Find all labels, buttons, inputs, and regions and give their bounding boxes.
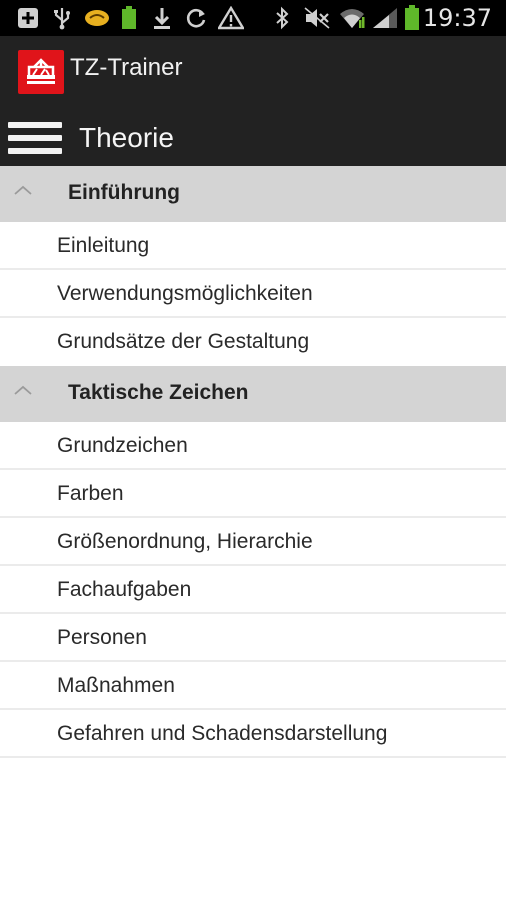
- battery-icon: [402, 5, 422, 30]
- list-item-label: Farben: [57, 482, 124, 505]
- section-title: Taktische Zeichen: [68, 381, 249, 404]
- screen-title: Theorie: [79, 122, 174, 153]
- battery-notification-icon: [119, 6, 139, 30]
- list-item-label: Fachaufgaben: [57, 578, 192, 601]
- list-item-label: Grundzeichen: [57, 434, 188, 457]
- status-bar: 19:37: [0, 0, 506, 36]
- usb-icon: [50, 6, 74, 30]
- section-header-taktische-zeichen[interactable]: Taktische Zeichen: [0, 366, 506, 422]
- hamburger-icon: [8, 118, 64, 158]
- app-title: TZ-Trainer: [70, 54, 183, 81]
- mute-icon: [302, 6, 332, 30]
- list-item[interactable]: Maßnahmen: [0, 662, 506, 710]
- list-item[interactable]: Grundzeichen: [0, 422, 506, 470]
- menu-button[interactable]: [8, 118, 64, 158]
- signal-icon: [370, 6, 400, 30]
- list-item[interactable]: Einleitung: [0, 222, 506, 270]
- list-item[interactable]: Grundsätze der Gestaltung: [0, 318, 506, 366]
- list-item-label: Personen: [57, 626, 147, 649]
- warning-icon: [218, 6, 244, 30]
- list-item[interactable]: Personen: [0, 614, 506, 662]
- list-item[interactable]: Verwendungsmöglichkeiten: [0, 270, 506, 318]
- list-item[interactable]: Gefahren und Schadensdarstellung: [0, 710, 506, 758]
- list-item-label: Grundsätze der Gestaltung: [57, 330, 310, 353]
- chevron-up-icon: [14, 185, 32, 195]
- list-item-label: Größenordnung, Hierarchie: [57, 530, 313, 553]
- mail-icon: [84, 6, 110, 30]
- app-logo-icon: [18, 50, 64, 94]
- wifi-icon: [338, 6, 366, 30]
- sync-icon: [184, 6, 208, 30]
- clock: 19:37: [422, 4, 492, 32]
- theory-list: Einführung Einleitung Verwendungsmöglich…: [0, 166, 506, 758]
- list-item-label: Verwendungsmöglichkeiten: [57, 282, 313, 305]
- section-title: Einführung: [68, 181, 180, 204]
- bluetooth-icon: [272, 6, 292, 30]
- list-item-label: Gefahren und Schadensdarstellung: [57, 722, 388, 745]
- add-box-icon: [16, 6, 40, 30]
- chevron-up-icon: [14, 385, 32, 395]
- list-item-label: Maßnahmen: [57, 674, 175, 697]
- list-item[interactable]: Größenordnung, Hierarchie: [0, 518, 506, 566]
- section-header-einfuehrung[interactable]: Einführung: [0, 166, 506, 222]
- app-header: TZ-Trainer Theorie: [0, 36, 506, 166]
- download-icon: [151, 6, 173, 30]
- list-item[interactable]: Fachaufgaben: [0, 566, 506, 614]
- list-item[interactable]: Farben: [0, 470, 506, 518]
- list-item-label: Einleitung: [57, 234, 150, 257]
